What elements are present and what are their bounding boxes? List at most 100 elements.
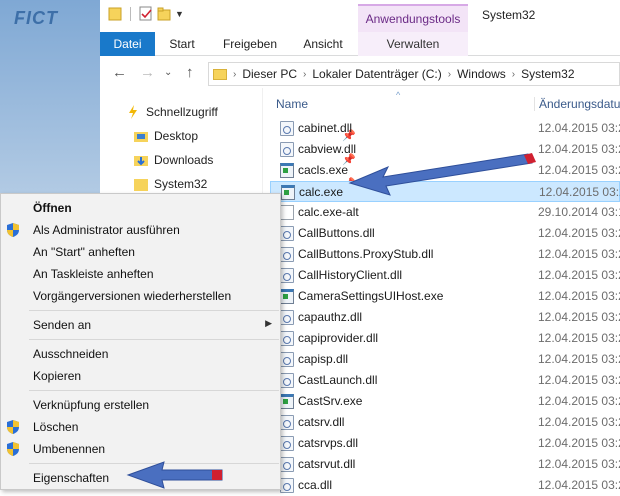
table-row[interactable]: capisp.dll 12.04.2015 03:25 (270, 349, 620, 370)
menu-item-restore-versions[interactable]: Vorgängerversionen wiederherstellen (1, 285, 280, 307)
chevron-right-icon[interactable]: › (233, 69, 236, 80)
annotation-arrow-calc (348, 153, 536, 196)
breadcrumb-windows[interactable]: Windows (457, 67, 506, 81)
dll-file-icon (280, 121, 294, 136)
table-row[interactable]: catsrvps.dll 12.04.2015 03:25 (270, 433, 620, 454)
address-row: ← → ⌄ ↑ › Dieser PC › Lokaler Datenträge… (100, 56, 620, 92)
new-folder-icon[interactable] (157, 6, 171, 22)
annotation-arrow-properties (126, 461, 223, 489)
menu-item-pin-taskbar[interactable]: An Taskleiste anheften (1, 263, 280, 285)
table-row[interactable]: capauthz.dll 12.04.2015 03:25 (270, 307, 620, 328)
dll-file-icon (280, 310, 294, 325)
column-header-name[interactable]: Name (276, 97, 308, 111)
menu-item-copy[interactable]: Kopieren (1, 365, 280, 387)
menu-item-rename[interactable]: Umbenennen (1, 438, 280, 460)
table-row[interactable]: capiprovider.dll 12.04.2015 03:25 (270, 328, 620, 349)
menu-item-pin-start[interactable]: An "Start" anheften (1, 241, 280, 263)
nav-item-label: Desktop (154, 129, 199, 143)
tab-verwalten[interactable]: Verwalten (358, 32, 468, 56)
recent-locations-chevron-icon[interactable]: ⌄ (164, 67, 172, 78)
chevron-right-icon[interactable]: › (512, 69, 515, 80)
column-header-date[interactable]: Änderungsdatum (534, 97, 620, 111)
menu-separator (29, 390, 279, 391)
address-bar[interactable]: › Dieser PC › Lokaler Datenträger (C:) ›… (208, 62, 620, 86)
dll-file-icon (280, 247, 294, 262)
nav-item-downloads[interactable]: Downloads (134, 150, 213, 170)
nav-item-schnellzugriff[interactable]: Schnellzugriff (126, 102, 218, 122)
quick-access-toolbar: ▼ (108, 6, 184, 22)
file-icon (280, 205, 294, 220)
menu-item-label: Eigenschaften (33, 471, 110, 485)
file-date: 12.04.2015 03:28 (539, 185, 620, 199)
menu-item-label: An Taskleiste anheften (33, 267, 154, 281)
file-name: CallButtons.ProxyStub.dll (298, 247, 434, 261)
menu-item-create-shortcut[interactable]: Verknüpfung erstellen (1, 394, 280, 416)
desktop-watermark: FICT (14, 8, 58, 28)
table-row[interactable]: CameraSettingsUIHost.exe 12.04.2015 03:28 (270, 286, 620, 307)
sort-ascending-icon: ^ (396, 90, 401, 100)
back-arrow-icon[interactable]: ← (112, 64, 127, 81)
menu-item-cut[interactable]: Ausschneiden (1, 343, 280, 365)
file-date: 12.04.2015 03:28 (538, 289, 620, 303)
dll-file-icon (280, 415, 294, 430)
nav-item-label: Schnellzugriff (146, 105, 218, 119)
nav-item-label: System32 (154, 177, 208, 191)
menu-item-run-as-admin[interactable]: Als Administrator ausführen (1, 219, 280, 241)
nav-item-desktop[interactable]: Desktop (134, 126, 198, 146)
table-row[interactable]: cabinet.dll 12.04.2015 03:24 (270, 118, 620, 139)
file-date: 12.04.2015 03:25 (538, 373, 620, 387)
customize-toolbar-chevron-icon[interactable]: ▼ (175, 9, 184, 19)
breadcrumb-dieser-pc[interactable]: Dieser PC (242, 67, 297, 81)
checklist-icon[interactable] (139, 6, 153, 22)
menu-item-open[interactable]: Öffnen (1, 197, 280, 219)
desktop-folder-icon (134, 132, 148, 142)
file-name: cabinet.dll (298, 121, 353, 135)
properties-icon[interactable] (108, 6, 122, 22)
tab-freigeben[interactable]: Freigeben (216, 32, 284, 56)
file-name: calc.exe (299, 185, 344, 199)
exe-file-icon (280, 394, 294, 409)
folder-icon (213, 68, 227, 80)
menu-item-delete[interactable]: Löschen (1, 416, 280, 438)
breadcrumb-system32[interactable]: System32 (521, 67, 574, 81)
up-arrow-icon[interactable]: ↑ (186, 64, 194, 81)
file-name: CameraSettingsUIHost.exe (298, 289, 444, 303)
table-row[interactable]: catsrv.dll 12.04.2015 03:25 (270, 412, 620, 433)
folder-icon (134, 179, 148, 191)
file-date: 12.04.2015 03:24 (538, 268, 620, 282)
table-row[interactable]: CastLaunch.dll 12.04.2015 03:25 (270, 370, 620, 391)
forward-arrow-icon[interactable]: → (140, 64, 155, 81)
table-row[interactable]: cca.dll12.04.2015 03:25 (270, 475, 620, 496)
table-row[interactable]: CallButtons.dll 12.04.2015 03:25 (270, 223, 620, 244)
chevron-right-icon[interactable]: › (303, 69, 306, 80)
dll-file-icon (280, 373, 294, 388)
exe-file-icon (280, 163, 294, 178)
table-row[interactable]: CallHistoryClient.dll 12.04.2015 03:24 (270, 265, 620, 286)
uac-shield-icon (7, 420, 19, 434)
table-row[interactable]: catsrvut.dll 12.04.2015 03:25 (270, 454, 620, 475)
nav-item-system32[interactable]: System32 (134, 174, 207, 194)
menu-item-send-to[interactable]: Senden an ▶ (1, 314, 280, 336)
submenu-arrow-icon: ▶ (265, 318, 272, 328)
chevron-right-icon[interactable]: › (448, 69, 451, 80)
menu-item-label: Verknüpfung erstellen (33, 398, 150, 412)
nav-item-label: Downloads (154, 153, 214, 167)
table-row[interactable]: CallButtons.ProxyStub.dll 12.04.2015 03:2… (270, 244, 620, 265)
tab-datei[interactable]: Datei (100, 32, 155, 56)
tab-ansicht[interactable]: Ansicht (296, 32, 350, 56)
menu-item-label: Öffnen (33, 201, 72, 215)
table-row[interactable]: CastSrv.exe 12.04.2015 03:25 (270, 391, 620, 412)
file-date: 12.04.2015 03:25 (538, 247, 620, 261)
breadcrumb-local-disk[interactable]: Lokaler Datenträger (C:) (312, 67, 441, 81)
file-date: 12.04.2015 03:24 (538, 121, 620, 135)
menu-item-label: Löschen (33, 420, 79, 434)
menu-item-label: Senden an (33, 318, 92, 332)
tab-start[interactable]: Start (162, 32, 202, 56)
file-name: calc.exe-alt (298, 205, 359, 219)
downloads-folder-icon (134, 156, 148, 166)
file-date: 12.04.2015 03:25 (538, 331, 620, 345)
file-name: CastLaunch.dll (298, 373, 378, 387)
file-name: catsrvps.dll (298, 436, 359, 450)
file-date: 12.04.2015 03:25 (538, 352, 620, 366)
table-row[interactable]: calc.exe-alt 29.10.2014 03:10 (270, 202, 620, 223)
